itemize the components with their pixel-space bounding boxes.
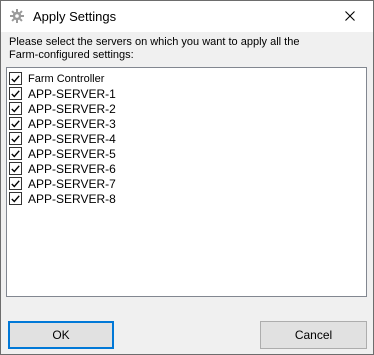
cancel-button[interactable]: Cancel [260, 321, 367, 349]
item-label: APP-SERVER-7 [28, 176, 116, 191]
list-item[interactable]: APP-SERVER-3 [9, 116, 116, 131]
item-label: Farm Controller [28, 72, 105, 85]
list-item[interactable]: APP-SERVER-5 [9, 146, 116, 161]
checkbox[interactable] [9, 177, 22, 190]
close-button[interactable] [327, 1, 373, 32]
list-item[interactable]: APP-SERVER-7 [9, 176, 116, 191]
item-label: APP-SERVER-6 [28, 161, 116, 176]
checkbox[interactable] [9, 132, 22, 145]
checkbox[interactable] [9, 102, 22, 115]
checkbox[interactable] [9, 147, 22, 160]
close-icon [345, 8, 355, 26]
list-item[interactable]: APP-SERVER-8 [9, 191, 116, 206]
checkbox[interactable] [9, 192, 22, 205]
item-label: APP-SERVER-2 [28, 101, 116, 116]
list-item[interactable]: APP-SERVER-4 [9, 131, 116, 146]
button-panel: OK Cancel [1, 306, 373, 354]
list-item[interactable]: APP-SERVER-6 [9, 161, 116, 176]
checkbox[interactable] [9, 72, 22, 85]
gear-icon [9, 8, 25, 24]
item-label: APP-SERVER-8 [28, 191, 116, 206]
apply-settings-dialog: Apply Settings Please select the servers… [0, 0, 374, 355]
checkbox[interactable] [9, 162, 22, 175]
item-label: APP-SERVER-4 [28, 131, 116, 146]
instructions-text: Please select the servers on which you w… [9, 36, 300, 61]
checkbox[interactable] [9, 117, 22, 130]
item-label: APP-SERVER-3 [28, 116, 116, 131]
item-label: APP-SERVER-1 [28, 86, 116, 101]
title-bar: Apply Settings [1, 1, 373, 32]
window-title: Apply Settings [33, 9, 117, 24]
list-item[interactable]: APP-SERVER-2 [9, 101, 116, 116]
ok-button[interactable]: OK [8, 321, 114, 349]
list-item[interactable]: Farm Controller [9, 71, 104, 86]
item-label: APP-SERVER-5 [28, 146, 116, 161]
list-item[interactable]: APP-SERVER-1 [9, 86, 116, 101]
checkbox[interactable] [9, 87, 22, 100]
server-checklist[interactable]: Farm Controller APP-SERVER-1 APP-SERVER-… [6, 67, 367, 297]
